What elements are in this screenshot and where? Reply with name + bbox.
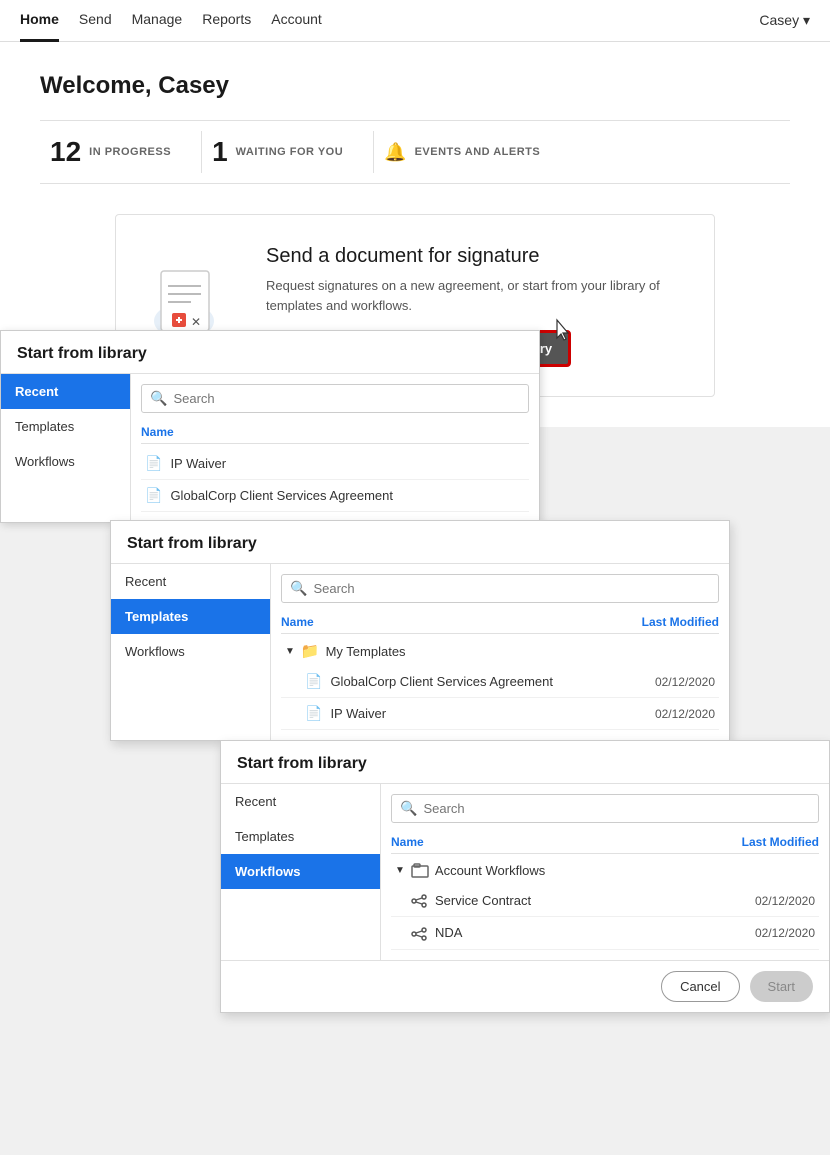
- panel2-folder-label: My Templates: [326, 644, 406, 659]
- panel2-template-name-1: IP Waiver: [330, 706, 386, 721]
- panel2-template-0-left: 📄 GlobalCorp Client Services Agreement: [305, 673, 553, 690]
- panel1-col-name: Name: [141, 421, 529, 444]
- panel2-doc-icon-1: 📄: [305, 705, 322, 722]
- panel2-template-1-left: 📄 IP Waiver: [305, 705, 386, 722]
- panel3-workflow-date-1: 02/12/2020: [755, 926, 815, 940]
- panel3-templates-tab[interactable]: Templates: [221, 819, 380, 854]
- panel3-search-bar[interactable]: 🔍: [391, 794, 819, 823]
- svg-text:✕: ✕: [191, 315, 201, 329]
- bell-icon: 🔔: [384, 142, 406, 163]
- nav-reports[interactable]: Reports: [202, 0, 251, 42]
- nav-manage[interactable]: Manage: [132, 0, 183, 42]
- stat-label-events: EVENTS AND ALERTS: [415, 146, 541, 158]
- panel3-workflow-0[interactable]: Service Contract 02/12/2020: [391, 885, 819, 917]
- panel1-body: Recent Templates Workflows 🔍 Name 📄 IP W…: [1, 374, 539, 522]
- panel3-workflow-0-left: Service Contract: [411, 892, 531, 909]
- panel2-templates-tab[interactable]: Templates: [111, 599, 270, 634]
- nav-items: Home Send Manage Reports Account: [20, 0, 759, 42]
- panel3-footer: Cancel Start: [221, 960, 829, 1012]
- panel2-col-headers: Name Last Modified: [281, 611, 719, 634]
- panel3-workflow-icon-1: [411, 924, 427, 941]
- panel2-search-bar[interactable]: 🔍: [281, 574, 719, 603]
- stat-number-progress: 12: [50, 136, 81, 168]
- panel1-item-1[interactable]: 📄 GlobalCorp Client Services Agreement: [141, 480, 529, 512]
- panel2-template-date-1: 02/12/2020: [655, 707, 715, 721]
- panel3-recent-tab[interactable]: Recent: [221, 784, 380, 819]
- panel3-col-name: Name: [391, 835, 424, 849]
- panel3-folder-icon: [411, 862, 429, 879]
- panel3-folder-label: Account Workflows: [435, 863, 545, 878]
- cancel-button[interactable]: Cancel: [661, 971, 739, 1002]
- stat-in-progress[interactable]: 12 IN PROGRESS: [40, 131, 202, 173]
- panel2-template-0[interactable]: 📄 GlobalCorp Client Services Agreement 0…: [281, 666, 719, 698]
- panel2-col-modified: Last Modified: [642, 615, 719, 629]
- panel1-workflows-tab[interactable]: Workflows: [1, 444, 130, 479]
- panel3-body: Recent Templates Workflows 🔍 Name Last M…: [221, 784, 829, 960]
- nav-home[interactable]: Home: [20, 0, 59, 42]
- nav-send[interactable]: Send: [79, 0, 112, 42]
- user-menu[interactable]: Casey ▾: [759, 12, 810, 29]
- panel3-workflow-name-0: Service Contract: [435, 893, 531, 908]
- panel2-header: Start from library: [111, 521, 729, 564]
- panel3-content: 🔍 Name Last Modified ▼ Account Workflows: [381, 784, 829, 960]
- panel2-workflows-tab[interactable]: Workflows: [111, 634, 270, 669]
- panel3-header: Start from library: [221, 741, 829, 784]
- panel1-item-0[interactable]: 📄 IP Waiver: [141, 448, 529, 480]
- panel3-col-headers: Name Last Modified: [391, 831, 819, 854]
- panel1-header: Start from library: [1, 331, 539, 374]
- panel1-doc-icon-1: 📄: [145, 487, 162, 504]
- panel3-folder[interactable]: ▼ Account Workflows: [391, 856, 819, 885]
- top-nav: Home Send Manage Reports Account Casey ▾: [0, 0, 830, 42]
- panel1-search-bar[interactable]: 🔍: [141, 384, 529, 413]
- stats-row: 12 IN PROGRESS 1 WAITING FOR YOU 🔔 EVENT…: [40, 120, 790, 184]
- panel1-item-label-0: IP Waiver: [170, 456, 226, 471]
- panel2-search-input[interactable]: [313, 581, 710, 596]
- panel-recent: Start from library Recent Templates Work…: [0, 330, 540, 523]
- panel3-workflow-1[interactable]: NDA 02/12/2020: [391, 917, 819, 949]
- panel-workflows: Start from library Recent Templates Work…: [220, 740, 830, 1013]
- panel3-folder-triangle: ▼: [395, 865, 405, 876]
- panel1-content: 🔍 Name 📄 IP Waiver 📄 GlobalCorp Client S…: [131, 374, 539, 522]
- panel2-sidebar: Recent Templates Workflows: [111, 564, 271, 740]
- start-button[interactable]: Start: [750, 971, 813, 1002]
- panel3-sidebar: Recent Templates Workflows: [221, 784, 381, 960]
- stat-events[interactable]: 🔔 EVENTS AND ALERTS: [374, 137, 570, 168]
- panel3-col-modified: Last Modified: [742, 835, 819, 849]
- panel3-workflow-1-left: NDA: [411, 924, 462, 941]
- panel2-col-name: Name: [281, 615, 314, 629]
- panel2-template-1[interactable]: 📄 IP Waiver 02/12/2020: [281, 698, 719, 730]
- panel3-workflow-name-1: NDA: [435, 925, 462, 940]
- panel1-item-label-1: GlobalCorp Client Services Agreement: [170, 488, 393, 503]
- stat-waiting[interactable]: 1 WAITING FOR YOU: [202, 131, 374, 173]
- panel2-content: 🔍 Name Last Modified ▼ 📁 My Templates 📄 …: [271, 564, 729, 740]
- panel2-doc-icon-0: 📄: [305, 673, 322, 690]
- panel1-templates-tab[interactable]: Templates: [1, 409, 130, 444]
- panel3-search-input[interactable]: [423, 801, 810, 816]
- send-doc-desc: Request signatures on a new agreement, o…: [266, 276, 684, 315]
- panel2-folder-triangle: ▼: [285, 646, 295, 657]
- stat-label-waiting: WAITING FOR YOU: [236, 146, 344, 158]
- panel1-search-icon: 🔍: [150, 390, 167, 407]
- panel3-workflow-date-0: 02/12/2020: [755, 894, 815, 908]
- send-doc-title: Send a document for signature: [266, 245, 684, 268]
- panel1-search-input[interactable]: [173, 391, 520, 406]
- panel1-sidebar: Recent Templates Workflows: [1, 374, 131, 522]
- panel2-template-date-0: 02/12/2020: [655, 675, 715, 689]
- panel3-workflows-tab[interactable]: Workflows: [221, 854, 380, 889]
- panel2-folder-icon: 📁: [301, 642, 320, 660]
- panel1-doc-icon-0: 📄: [145, 455, 162, 472]
- panel1-recent-tab[interactable]: Recent: [1, 374, 130, 409]
- panel2-search-icon: 🔍: [290, 580, 307, 597]
- nav-account[interactable]: Account: [271, 0, 322, 42]
- panel3-workflow-icon-0: [411, 892, 427, 909]
- welcome-title: Welcome, Casey: [40, 72, 790, 100]
- panel2-template-name-0: GlobalCorp Client Services Agreement: [330, 674, 553, 689]
- panel3-search-icon: 🔍: [400, 800, 417, 817]
- panel2-recent-tab[interactable]: Recent: [111, 564, 270, 599]
- panel-templates: Start from library Recent Templates Work…: [110, 520, 730, 741]
- panel2-body: Recent Templates Workflows 🔍 Name Last M…: [111, 564, 729, 740]
- stat-number-waiting: 1: [212, 136, 228, 168]
- stat-label-progress: IN PROGRESS: [89, 146, 171, 158]
- panel2-folder[interactable]: ▼ 📁 My Templates: [281, 636, 719, 666]
